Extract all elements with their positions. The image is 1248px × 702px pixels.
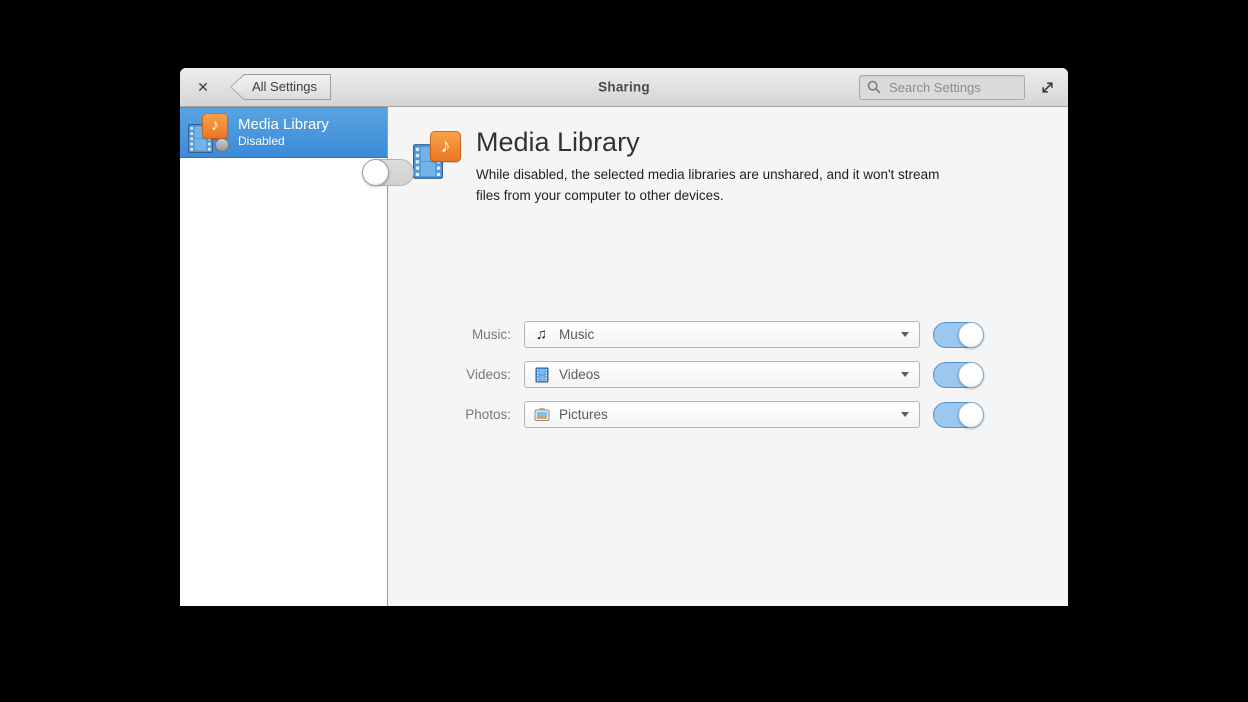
music-note-icon: ♫: [535, 326, 548, 343]
close-icon: ✕: [197, 78, 209, 95]
photos-folder-dropdown[interactable]: Pictures: [524, 401, 920, 428]
music-toggle[interactable]: [933, 321, 984, 348]
media-library-icon: ♪: [413, 131, 461, 179]
main-area: ♪ Media Library Disabled ♪ Media Library…: [180, 107, 1068, 606]
chevron-down-icon: [901, 412, 909, 417]
photos-folder-value: Pictures: [559, 407, 608, 422]
photos-label: Photos:: [465, 407, 511, 422]
pane-header-text: Media Library While disabled, the select…: [476, 127, 961, 207]
disabled-badge-icon: [215, 137, 229, 152]
settings-window: ✕ All Settings Sharing Search Settings ♪…: [180, 68, 1068, 606]
pane-header: ♪ Media Library While disabled, the sele…: [413, 127, 1043, 207]
sidebar: ♪ Media Library Disabled: [180, 107, 388, 606]
all-settings-label: All Settings: [231, 75, 331, 99]
titlebar: ✕ All Settings Sharing: [180, 68, 1068, 107]
page-title: Media Library: [476, 127, 640, 157]
music-note-icon: ♪: [430, 131, 461, 162]
close-button[interactable]: ✕: [192, 76, 214, 98]
sidebar-item-title: Media Library: [238, 115, 329, 133]
videos-toggle[interactable]: [933, 361, 984, 388]
sidebar-item-media-library[interactable]: ♪ Media Library Disabled: [180, 107, 387, 158]
search-input[interactable]: [887, 78, 1017, 96]
library-rows: Music: ♫ Music Videos: Videos Photos: Pi…: [388, 321, 1068, 441]
sidebar-item-status: Disabled: [238, 134, 285, 149]
chevron-down-icon: [901, 332, 909, 337]
music-folder-value: Music: [559, 327, 595, 342]
window-title: Sharing: [598, 79, 650, 95]
music-note-icon: ♪: [202, 112, 228, 139]
photos-toggle[interactable]: [933, 401, 984, 428]
videos-folder-value: Videos: [559, 367, 601, 382]
toggle-knob: [958, 321, 984, 348]
film-strip-icon: [533, 367, 550, 383]
photo-icon: [533, 407, 550, 422]
media-library-icon: ♪: [188, 112, 229, 153]
photos-row: Photos: Pictures: [388, 401, 1068, 428]
toggle-knob: [958, 401, 984, 428]
toggle-knob: [958, 361, 984, 388]
music-folder-dropdown[interactable]: ♫ Music: [524, 321, 920, 348]
page-description: While disabled, the selected media libra…: [476, 167, 940, 203]
chevron-down-icon: [901, 372, 909, 377]
videos-label: Videos:: [466, 367, 511, 382]
media-library-master-toggle[interactable]: [362, 159, 414, 186]
search-settings-box[interactable]: [859, 74, 1025, 100]
toggle-knob: [362, 159, 389, 186]
media-library-pane: ♪ Media Library While disabled, the sele…: [362, 107, 1068, 606]
music-label: Music:: [471, 327, 511, 342]
sidebar-item-text: Media Library Disabled: [238, 116, 329, 150]
all-settings-back-button[interactable]: All Settings: [230, 74, 332, 100]
videos-row: Videos: Videos: [388, 361, 1068, 388]
search-icon: [867, 80, 881, 94]
maximize-button[interactable]: [1038, 78, 1056, 96]
expand-diagonal-icon: [1040, 80, 1055, 95]
videos-folder-dropdown[interactable]: Videos: [524, 361, 920, 388]
music-row: Music: ♫ Music: [388, 321, 1068, 348]
